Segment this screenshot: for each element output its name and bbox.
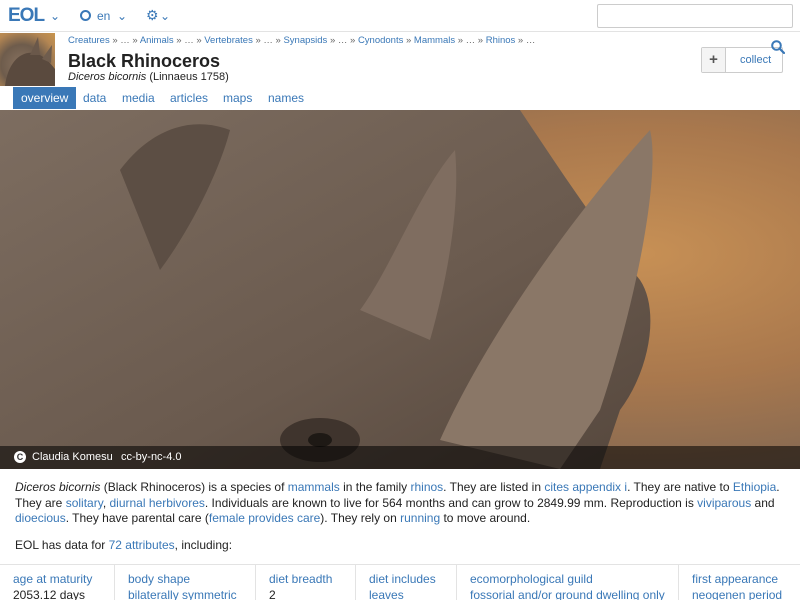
breadcrumb-separator: » xyxy=(403,35,414,46)
breadcrumb-link[interactable]: Cynodonts xyxy=(358,35,403,46)
link-cites-appendix[interactable]: cites appendix i xyxy=(544,480,627,494)
link-viviparous[interactable]: viviparous xyxy=(697,496,751,510)
top-navigation-bar: EOL ⌄ en ⌄ ⚙ ⌄ xyxy=(0,0,800,32)
attribute-value[interactable]: bilaterally symmetric xyxy=(128,588,255,600)
breadcrumb-link[interactable]: Animals xyxy=(140,35,174,46)
breadcrumb: Creatures » … » Animals » … » Vertebrate… xyxy=(68,35,535,47)
attribute-cell[interactable]: diet breadth 2 xyxy=(255,565,355,600)
breadcrumb-link[interactable]: Rhinos xyxy=(486,35,516,46)
scientific-name: Diceros bicornis (Linnaeus 1758) xyxy=(68,71,229,83)
breadcrumb-separator: » xyxy=(129,35,140,46)
link-solitary[interactable]: solitary xyxy=(66,496,103,510)
link-mammals[interactable]: mammals xyxy=(288,480,340,494)
attribute-cell[interactable]: diet includes leaves xyxy=(355,565,456,600)
attribute-name[interactable]: first appearance xyxy=(692,572,800,586)
breadcrumb-separator: » xyxy=(347,35,358,46)
image-license[interactable]: cc-by-nc-4.0 xyxy=(121,451,182,464)
link-ethiopia[interactable]: Ethiopia xyxy=(733,480,776,494)
species-summary: Diceros bicornis (Black Rhinoceros) is a… xyxy=(15,480,780,525)
breadcrumb-link[interactable]: Creatures xyxy=(68,35,110,46)
breadcrumb-separator: » xyxy=(475,35,486,46)
tab-media[interactable]: media xyxy=(114,87,163,109)
breadcrumb-ellipsis: … xyxy=(465,35,476,46)
license-icon: C xyxy=(14,451,26,463)
breadcrumb-separator: » xyxy=(193,35,205,46)
tab-overview[interactable]: overview xyxy=(13,87,77,109)
attribute-name[interactable]: diet breadth xyxy=(269,572,355,586)
tab-data[interactable]: data xyxy=(75,87,114,109)
breadcrumb-separator: » xyxy=(455,35,466,46)
tab-names[interactable]: names xyxy=(260,87,312,109)
attribute-cell[interactable]: ecomorphological guild fossorial and/or … xyxy=(456,565,678,600)
language-selector[interactable]: en xyxy=(97,9,110,23)
attribute-name[interactable]: body shape xyxy=(128,572,255,586)
attribute-value: 2 xyxy=(269,588,276,600)
link-attributes[interactable]: 72 attributes xyxy=(109,538,175,552)
globe-icon[interactable] xyxy=(80,10,91,21)
breadcrumb-ellipsis: … xyxy=(337,35,348,46)
attribute-value[interactable]: leaves xyxy=(369,588,456,600)
plus-icon[interactable]: + xyxy=(702,48,726,72)
breadcrumb-separator: » xyxy=(327,35,338,46)
breadcrumb-link[interactable]: Vertebrates xyxy=(204,35,253,46)
chevron-down-icon[interactable]: ⌄ xyxy=(160,10,170,22)
data-count: EOL has data for 72 attributes, includin… xyxy=(15,538,233,552)
attribute-value[interactable]: neogenen period xyxy=(692,588,800,600)
chevron-down-icon[interactable]: ⌄ xyxy=(50,10,60,22)
breadcrumb-separator: » xyxy=(515,35,526,46)
breadcrumb-separator: » xyxy=(252,35,264,46)
link-female-provides-care[interactable]: female provides care xyxy=(209,511,320,525)
link-dioecious[interactable]: dioecious xyxy=(15,511,66,525)
search-icon[interactable] xyxy=(771,40,785,54)
image-author: Claudia Komesu xyxy=(32,451,113,463)
breadcrumb-ellipsis: … xyxy=(184,35,194,46)
link-diurnal-herbivores[interactable]: diurnal herbivores xyxy=(110,496,205,510)
attribute-value: 2053.12 days xyxy=(13,588,86,600)
link-running[interactable]: running xyxy=(400,511,440,525)
breadcrumb-ellipsis: … xyxy=(525,35,536,46)
link-rhinos[interactable]: rhinos xyxy=(410,480,443,494)
attribute-name[interactable]: diet includes xyxy=(369,572,456,586)
gear-icon[interactable]: ⚙ xyxy=(146,7,159,23)
search-input[interactable] xyxy=(597,4,793,28)
tab-maps[interactable]: maps xyxy=(215,87,260,109)
eol-logo[interactable]: EOL xyxy=(8,6,45,26)
attribute-name[interactable]: age at maturity xyxy=(13,572,114,586)
attribute-cell[interactable]: first appearance neogenen period xyxy=(678,565,800,600)
chevron-down-icon[interactable]: ⌄ xyxy=(117,10,127,22)
breadcrumb-separator: » xyxy=(109,35,121,46)
collect-label[interactable]: collect xyxy=(740,54,771,67)
attribute-name[interactable]: ecomorphological guild xyxy=(470,572,678,586)
breadcrumb-ellipsis: … xyxy=(120,35,130,46)
attribute-value[interactable]: fossorial and/or ground dwelling only xyxy=(470,588,678,600)
breadcrumb-link[interactable]: Mammals xyxy=(414,35,455,46)
attribute-cell[interactable]: body shape bilaterally symmetric xyxy=(114,565,255,600)
breadcrumb-separator: » xyxy=(272,35,284,46)
breadcrumb-ellipsis: … xyxy=(263,35,273,46)
breadcrumb-separator: » xyxy=(173,35,185,46)
attribute-cell[interactable]: age at maturity 2053.12 days xyxy=(0,565,114,600)
species-thumbnail[interactable] xyxy=(0,33,55,86)
page-title: Black Rhinoceros xyxy=(68,51,221,71)
hero-image[interactable] xyxy=(0,110,800,469)
attributes-row: age at maturity 2053.12 days body shape … xyxy=(0,564,800,600)
breadcrumb-link[interactable]: Synapsids xyxy=(283,35,327,46)
tab-articles[interactable]: articles xyxy=(162,87,216,109)
image-caption: C Claudia Komesu cc-by-nc-4.0 xyxy=(0,446,800,469)
summary-species-name: Diceros bicornis xyxy=(15,480,101,494)
